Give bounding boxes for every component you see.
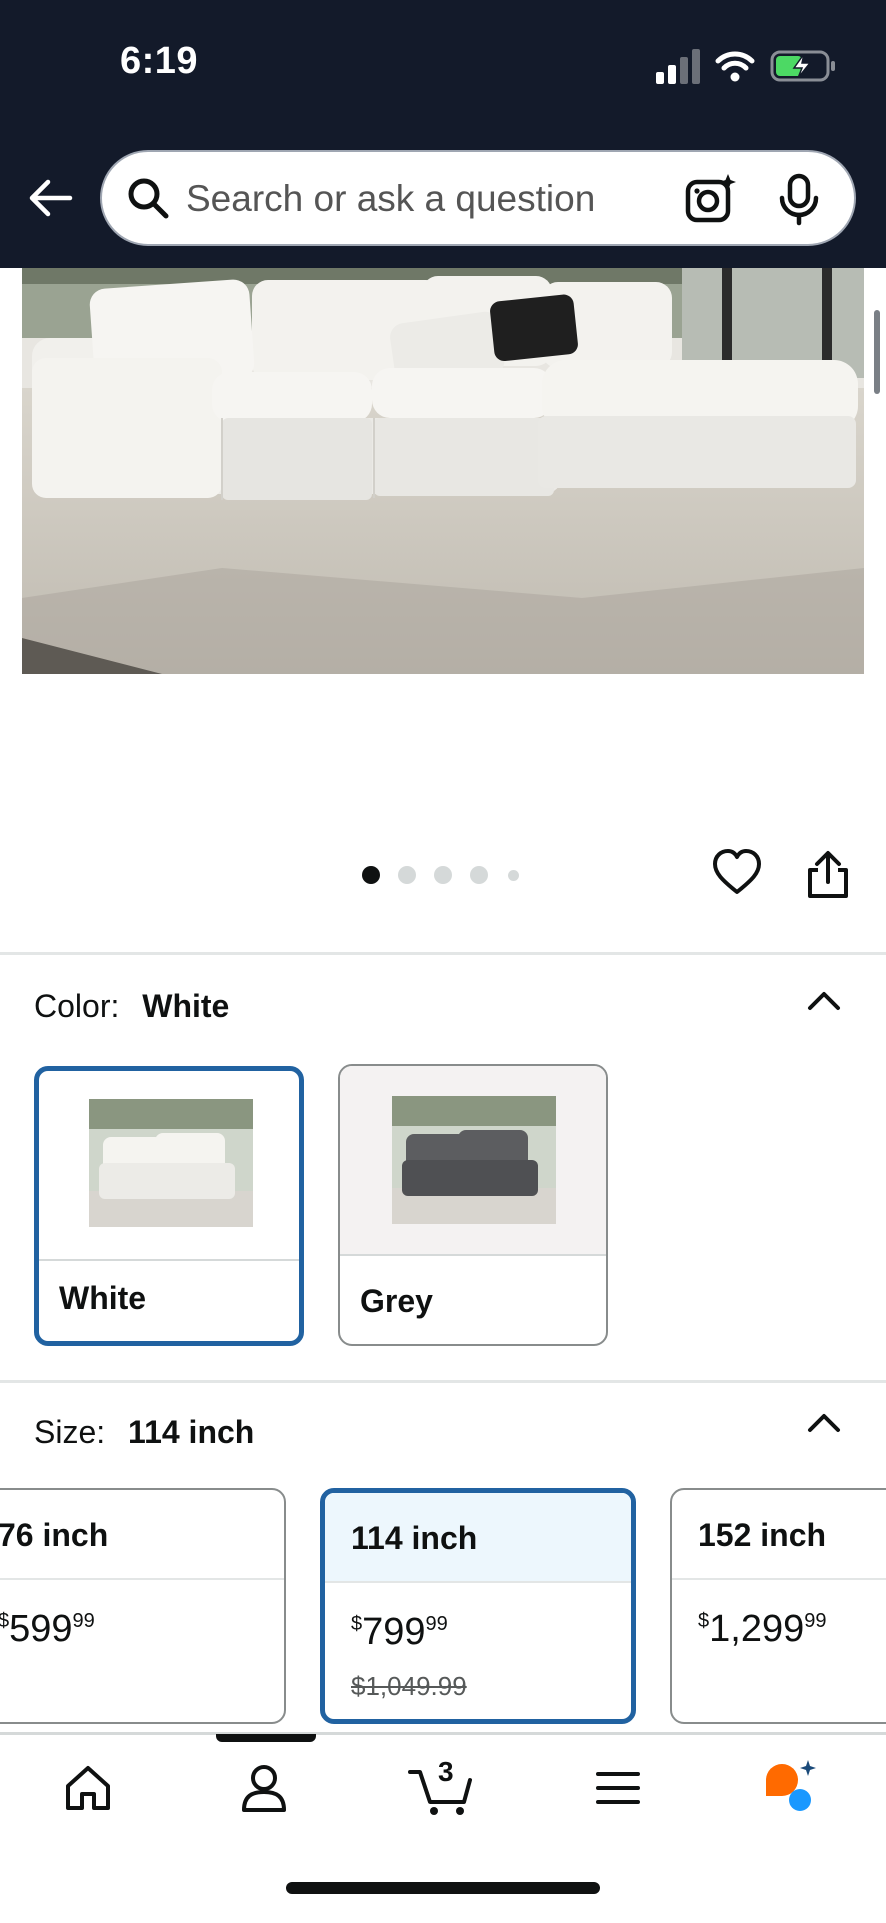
color-selected-value: White	[142, 988, 230, 1024]
divider	[0, 1380, 886, 1383]
share-icon[interactable]	[804, 850, 852, 900]
home-indicator	[286, 1882, 600, 1894]
search-bar[interactable]: Search or ask a question	[100, 150, 856, 246]
carousel-dot[interactable]	[470, 866, 488, 884]
swatch-separator	[340, 1254, 606, 1256]
rufus-assistant-icon[interactable]	[760, 1758, 820, 1818]
size-option-label: 152 inch	[672, 1490, 886, 1580]
color-label: Color:	[34, 988, 120, 1024]
heart-icon[interactable]	[712, 848, 762, 898]
cart-count-badge: 3	[438, 1756, 454, 1787]
size-option-76-inch[interactable]: 76 inch $59999	[0, 1488, 286, 1724]
home-icon[interactable]	[58, 1758, 118, 1818]
swatch-image-grey	[392, 1096, 556, 1224]
chevron-up-icon[interactable]	[804, 1402, 844, 1442]
swatch-label: White	[59, 1280, 147, 1316]
carousel-dot[interactable]	[398, 866, 416, 884]
color-label-row: Color: White	[34, 988, 229, 1025]
size-option-list-price: $1,049.99	[351, 1671, 467, 1701]
color-swatch-white[interactable]: White	[34, 1066, 304, 1346]
size-option-label: 76 inch	[0, 1490, 284, 1580]
size-label-row: Size: 114 inch	[34, 1414, 254, 1451]
image-carousel-dots[interactable]	[362, 866, 532, 886]
camera-sparkle-icon[interactable]	[684, 172, 738, 226]
back-arrow-icon[interactable]	[24, 172, 76, 224]
swatch-separator	[39, 1259, 299, 1261]
divider	[0, 952, 886, 955]
status-time: 6:19	[120, 40, 199, 82]
carousel-dot[interactable]	[434, 866, 452, 884]
size-option-114-inch[interactable]: 114 inch $79999 $1,049.99	[320, 1488, 636, 1724]
nav-active-indicator	[216, 1734, 316, 1742]
account-icon[interactable]	[234, 1758, 294, 1818]
product-image[interactable]	[22, 268, 864, 674]
size-option-price: $1,29999	[698, 1608, 827, 1650]
search-input[interactable]: Search or ask a question	[186, 178, 595, 220]
size-selected-value: 114 inch	[128, 1414, 255, 1450]
swatch-image-white	[89, 1099, 253, 1227]
size-option-152-inch[interactable]: 152 inch $1,29999	[670, 1488, 886, 1724]
chevron-up-icon[interactable]	[804, 980, 844, 1020]
size-option-price: $59999	[0, 1608, 95, 1650]
microphone-icon[interactable]	[774, 172, 824, 226]
size-option-label: 114 inch	[325, 1493, 631, 1583]
search-icon	[128, 178, 169, 219]
color-swatch-grey[interactable]: Grey	[338, 1064, 608, 1346]
size-label: Size:	[34, 1414, 106, 1450]
size-option-price: $79999	[351, 1611, 448, 1653]
menu-icon[interactable]	[588, 1758, 648, 1818]
status-icons	[656, 49, 835, 84]
carousel-dot[interactable]	[508, 870, 519, 881]
scrollbar[interactable]	[874, 310, 880, 394]
carousel-dot[interactable]	[362, 866, 380, 884]
swatch-label: Grey	[360, 1283, 433, 1319]
